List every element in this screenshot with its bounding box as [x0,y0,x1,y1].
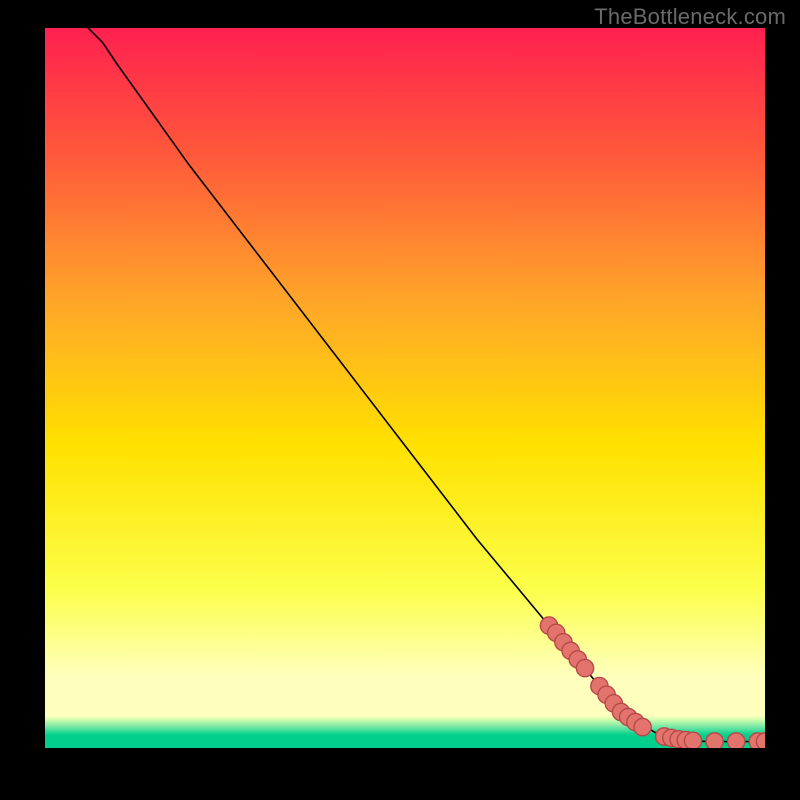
data-marker [634,718,651,735]
data-marker [684,732,701,748]
data-marker [706,733,723,748]
plot-area [45,28,765,748]
chart-frame: TheBottleneck.com [0,0,800,800]
data-marker [728,733,745,748]
gradient-background [45,28,765,748]
plot-svg [45,28,765,748]
watermark-text: TheBottleneck.com [594,4,786,30]
data-marker [576,659,593,676]
